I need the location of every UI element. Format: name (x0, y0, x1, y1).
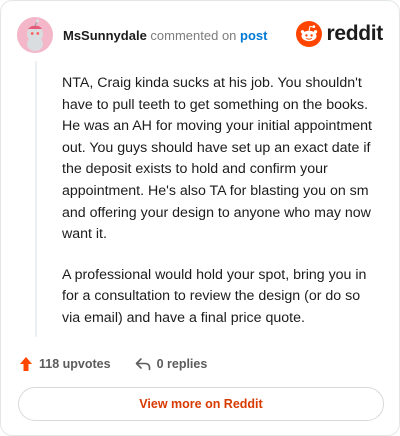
username-link[interactable]: MsSunnydale (63, 28, 147, 43)
comment-header: MsSunnydale commented on post reddit (17, 17, 383, 53)
upvote-arrow-icon (20, 357, 32, 371)
comment-paragraph: NTA, Craig kinda sucks at his job. You s… (62, 75, 372, 243)
comment-body: NTA, Craig kinda sucks at his job. You s… (62, 73, 380, 349)
comment-action-text: commented on (150, 27, 237, 43)
upvotes-count: 118 upvotes (39, 357, 111, 371)
thread-line (35, 61, 37, 337)
reddit-wordmark: reddit (326, 22, 383, 45)
reply-arrow-icon (135, 358, 150, 371)
reddit-brand[interactable]: reddit (296, 21, 383, 47)
upvotes-stat[interactable]: 118 upvotes (19, 356, 111, 372)
comment-paragraph: A professional would hold your spot, bri… (62, 266, 367, 326)
comment-footer: 118 upvotes 0 replies (19, 354, 207, 374)
avatar[interactable] (17, 17, 53, 53)
replies-stat[interactable]: 0 replies (135, 357, 208, 371)
post-link[interactable]: post (240, 28, 267, 43)
comment-meta: MsSunnydale commented on post (63, 28, 268, 43)
reddit-logo-icon (296, 21, 323, 47)
view-more-button[interactable]: View more on Reddit (18, 387, 384, 421)
embedded-comment-card: MsSunnydale commented on post reddit NTA… (0, 0, 400, 436)
snoo-avatar-icon (17, 17, 53, 53)
replies-count: 0 replies (156, 357, 208, 371)
